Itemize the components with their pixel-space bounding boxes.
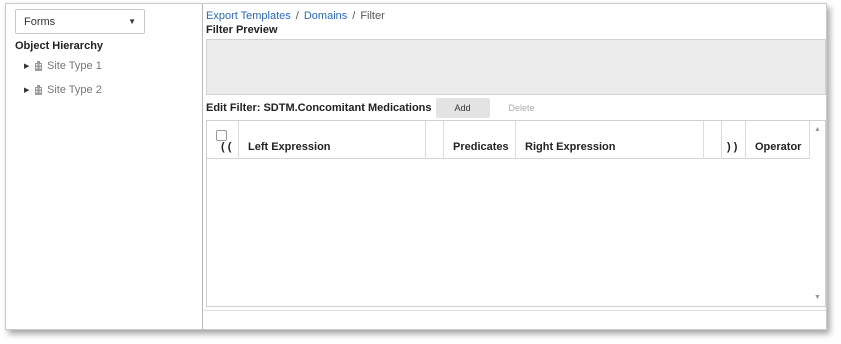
tree-item-label: Site Type 1	[47, 60, 102, 72]
filter-preview-box	[206, 39, 826, 95]
grid-vertical-scrollbar[interactable]: ▲ ▼	[811, 121, 825, 306]
main-panel: Export Templates / Domains / Filter Filter P…	[204, 4, 826, 329]
chevron-down-icon: ▼	[128, 17, 136, 26]
footer-divider	[204, 310, 826, 311]
breadcrumb-current: Filter	[360, 10, 385, 22]
column-header-open-paren[interactable]: ( (	[207, 121, 239, 159]
column-header-close-paren[interactable]: ) )	[722, 121, 746, 159]
tree-item-label: Site Type 2	[47, 84, 102, 96]
grid-header: ( ( Left Expression Predicates Right Exp…	[207, 121, 810, 159]
scroll-up-icon[interactable]: ▲	[814, 126, 821, 133]
expand-arrow-icon[interactable]: ▶	[24, 86, 30, 94]
delete-button[interactable]: Delete	[500, 98, 544, 118]
edit-filter-toolbar: Edit Filter: SDTM.Concomitant Medication…	[206, 97, 544, 119]
building-icon	[35, 61, 42, 71]
scroll-down-icon[interactable]: ▼	[814, 294, 821, 301]
building-icon	[35, 85, 42, 95]
app-window: Forms ▼ Object Hierarchy ▶ Site Type 1 ▶	[5, 3, 827, 330]
filter-grid: ( ( Left Expression Predicates Right Exp…	[206, 120, 826, 307]
column-header-left-expression[interactable]: Left Expression	[239, 121, 426, 159]
edit-filter-label: Edit Filter: SDTM.Concomitant Medication…	[206, 102, 432, 114]
tree-item-site-type-2[interactable]: ▶ Site Type 2	[24, 84, 102, 96]
breadcrumb-export-templates[interactable]: Export Templates	[206, 10, 291, 22]
add-button[interactable]: Add	[435, 98, 490, 118]
column-header-right-expression[interactable]: Right Expression	[516, 121, 704, 159]
column-header-blank[interactable]	[704, 121, 722, 159]
left-panel: Forms ▼ Object Hierarchy ▶ Site Type 1 ▶	[6, 4, 203, 329]
select-all-checkbox[interactable]	[216, 130, 227, 141]
breadcrumb-separator: /	[295, 10, 299, 22]
expand-arrow-icon[interactable]: ▶	[24, 62, 30, 70]
object-hierarchy-title: Object Hierarchy	[15, 40, 104, 52]
filter-preview-title: Filter Preview	[206, 24, 278, 36]
dropdown-selected-value: Forms	[24, 15, 56, 28]
breadcrumb-separator: /	[352, 10, 356, 22]
breadcrumb-domains[interactable]: Domains	[304, 10, 347, 22]
tree-item-site-type-1[interactable]: ▶ Site Type 1	[24, 60, 102, 72]
column-header-blank[interactable]	[426, 121, 444, 159]
object-type-dropdown[interactable]: Forms ▼	[15, 9, 145, 34]
column-header-predicates[interactable]: Predicates	[444, 121, 516, 159]
column-header-operator[interactable]: Operator	[746, 121, 810, 159]
breadcrumb: Export Templates / Domains / Filter	[206, 10, 385, 22]
